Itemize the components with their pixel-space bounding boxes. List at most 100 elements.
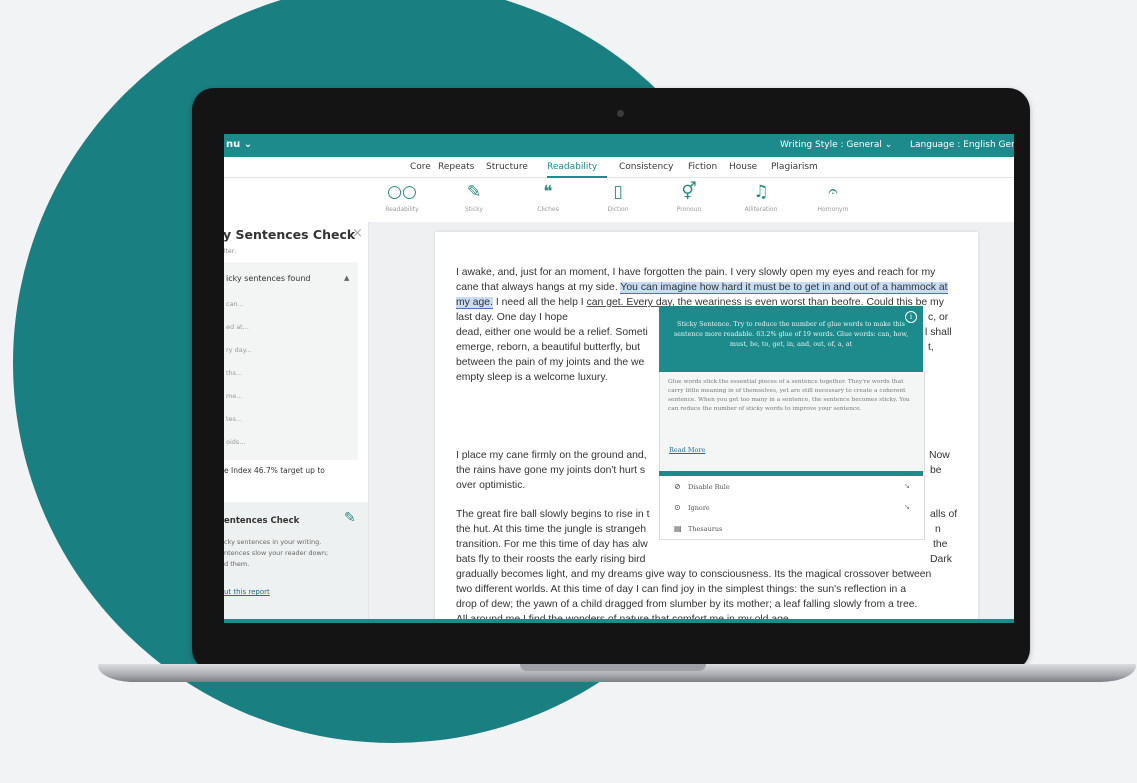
thesaurus-icon: ▤ [674,524,682,533]
tool-readability[interactable]: ○○ Readability [374,182,430,213]
action-label: Disable Rule [688,483,730,491]
tab-readability[interactable]: Readability [547,162,597,172]
read-more-link[interactable]: Read More [669,446,705,454]
glue-index-text: e Index 46.7% target up to [224,466,325,475]
report-info-card: entences Check ✎ cky sentences in your w… [224,502,368,623]
list-item[interactable]: oids... [226,438,246,446]
laptop-notch [520,664,706,671]
popup-explanation: Glue words stick the essential pieces of… [668,379,910,412]
menu-button[interactable]: nu ⌄ [226,139,252,150]
text-run: I need all the help I [492,297,587,308]
text-line: Now [929,450,950,461]
list-item[interactable]: can... [226,300,244,308]
text-line: l shall [925,327,952,338]
card-title: entences Check [224,516,300,526]
action-label: Ignore [688,504,710,512]
tool-cliches[interactable]: ❝ Cliches [520,182,576,213]
tool-alliteration[interactable]: ♫ Alliteration [733,182,789,213]
tool-diction[interactable]: ▯ Diction [590,182,646,213]
popup-actions: ⊘ Disable Rule ↘ ⊙ Ignore ↘ ▤ Thesaurus [659,476,925,540]
card-text: ntences slow your reader down; [224,549,329,557]
info-icon[interactable]: i [905,311,917,323]
ear-icon: 𝄐 [828,182,838,202]
list-item[interactable]: ry day... [226,346,252,354]
results-header[interactable]: icky sentences found [226,274,311,283]
gender-icon: ⚥ [681,182,697,202]
text-line: alls of [930,509,958,520]
popup-summary: Sticky Sentence. Try to reduce the numbe… [673,320,909,348]
list-item[interactable]: ed at... [226,323,249,331]
text-line: transition. For me this time of day has … [456,539,648,550]
tool-label: Alliteration [744,206,778,213]
text-line: between the pain of my joints and the we [456,357,645,368]
tool-label: Cliches [537,206,559,213]
card-text: d them. [224,560,250,568]
arrow-icon: ↘ [904,503,910,511]
text-line: n [935,524,941,535]
close-icon[interactable]: × [352,226,363,241]
language-dropdown[interactable]: Language : English Gene [910,140,1014,150]
writing-style-dropdown[interactable]: Writing Style : General ⌄ [780,140,892,150]
tab-plagiarism[interactable]: Plagiarism [771,162,818,172]
glasses-icon: ○○ [387,182,417,202]
disable-rule-button[interactable]: ⊘ Disable Rule [674,482,730,491]
text-line: c, or [928,312,949,323]
tool-homonym[interactable]: 𝄐 Homonym [805,182,861,213]
ignore-button[interactable]: ⊙ Ignore [674,503,710,512]
sidebar-filter[interactable]: lter: [224,248,236,255]
text-line: be [930,465,942,476]
text-line: the hut. At this time the jungle is stra… [456,524,647,535]
report-sidebar: y Sentences Check × lter: icky sentences… [224,222,369,623]
text-line: two different worlds. At this time of da… [456,584,906,595]
action-label: Thesaurus [688,525,723,533]
laptop-bezel [204,623,1017,659]
text-line: bats fly to their roosts the early risin… [456,554,646,565]
card-text: cky sentences in your writing. [224,538,322,546]
report-tabs: Core Repeats Structure Readability Consi… [224,157,1014,178]
tool-label: Sticky [465,206,483,213]
tool-sticky[interactable]: ✎ Sticky [446,182,502,213]
list-item[interactable]: me... [226,392,243,400]
text-line: I place my cane firmly on the ground and… [456,450,647,461]
tab-house[interactable]: House [729,162,757,172]
camera-icon [617,110,624,117]
sticky-sentence-popup: Sticky Sentence. Try to reduce the numbe… [659,306,925,540]
chevron-up-icon[interactable]: ▲ [344,274,349,282]
app-screen: nu ⌄ Writing Style : General ⌄ Language … [224,134,1014,623]
text-line: emerge, reborn, a beautiful butterfly, b… [456,342,641,353]
text-line: gradually becomes light, and my dreams g… [456,569,932,580]
tab-repeats[interactable]: Repeats [438,162,474,172]
music-note-icon: ♫ [753,182,769,202]
text-line: drop of dew; the yawn of a child dragged… [456,599,918,610]
disable-icon: ⊘ [674,482,681,491]
quote-bubble-icon: ❝ [543,182,553,202]
tab-fiction[interactable]: Fiction [688,162,717,172]
pencil-icon: ✎ [344,510,356,526]
list-item[interactable]: tes... [226,415,242,423]
ignore-icon: ⊙ [674,503,681,512]
popup-body: Glue words stick the essential pieces of… [659,372,925,472]
arrow-icon: ↘ [904,482,910,490]
tool-pronoun[interactable]: ⚥ Pronoun [661,182,717,213]
text-line: the rains have gone my joints don't hurt… [456,465,646,476]
text-line: Dark [930,554,952,565]
text-line: The great fire ball slowly begins to ris… [456,509,650,520]
tab-consistency[interactable]: Consistency [619,162,673,172]
text-line: the [933,539,948,550]
tab-structure[interactable]: Structure [486,162,528,172]
pencil-icon: ✎ [466,182,482,202]
results-panel: icky sentences found ▲ can... ed at... r… [224,262,358,460]
tool-label: Readability [385,206,419,213]
thesaurus-button[interactable]: ▤ Thesaurus [674,524,722,533]
status-strip [224,619,1014,623]
about-report-link[interactable]: ut this report [224,588,270,596]
readability-tools: ○○ Readability ✎ Sticky ❝ Cliches ▯ Diction … [224,178,1014,223]
popup-header: Sticky Sentence. Try to reduce the numbe… [659,306,923,372]
text-line: dead, either one would be a relief. Some… [456,327,648,338]
tab-core[interactable]: Core [410,162,431,172]
book-icon: ▯ [613,182,623,202]
tool-label: Diction [607,206,629,213]
text-line: t, [928,342,934,353]
tool-label: Homonym [817,206,849,213]
list-item[interactable]: ths... [226,369,242,377]
